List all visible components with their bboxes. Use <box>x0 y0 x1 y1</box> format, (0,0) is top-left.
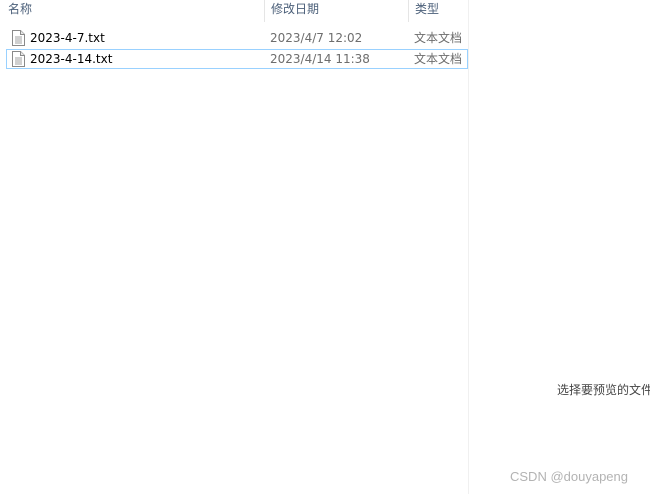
watermark: CSDN @douyapeng <box>510 469 628 484</box>
file-modified-date: 2023/4/14 11:38 <box>270 52 370 66</box>
column-header-bar: 名称 修改日期 类型 <box>0 0 468 22</box>
file-name: 2023-4-7.txt <box>30 31 105 45</box>
preview-placeholder-text: 选择要预览的文件 <box>557 383 650 397</box>
column-header-type[interactable]: 类型 <box>408 0 468 22</box>
explorer-window: 名称 修改日期 类型 2023-4-7.txt 2023/4/7 12:02 文… <box>0 0 650 494</box>
column-header-name[interactable]: 名称 <box>2 0 264 22</box>
file-modified-date: 2023/4/7 12:02 <box>270 31 363 45</box>
file-name: 2023-4-14.txt <box>30 52 113 66</box>
file-type: 文本文档 <box>414 52 463 66</box>
file-row[interactable]: 2023-4-7.txt 2023/4/7 12:02 文本文档 <box>6 28 468 48</box>
preview-pane: 选择要预览的文件 <box>468 0 650 494</box>
column-header-date[interactable]: 修改日期 <box>264 0 408 22</box>
file-list-pane: 名称 修改日期 类型 2023-4-7.txt 2023/4/7 12:02 文… <box>0 0 468 494</box>
file-type: 文本文档 <box>414 31 463 45</box>
text-file-icon <box>12 51 25 67</box>
file-row[interactable]: 2023-4-14.txt 2023/4/14 11:38 文本文档 <box>6 49 468 69</box>
text-file-icon <box>12 30 25 46</box>
